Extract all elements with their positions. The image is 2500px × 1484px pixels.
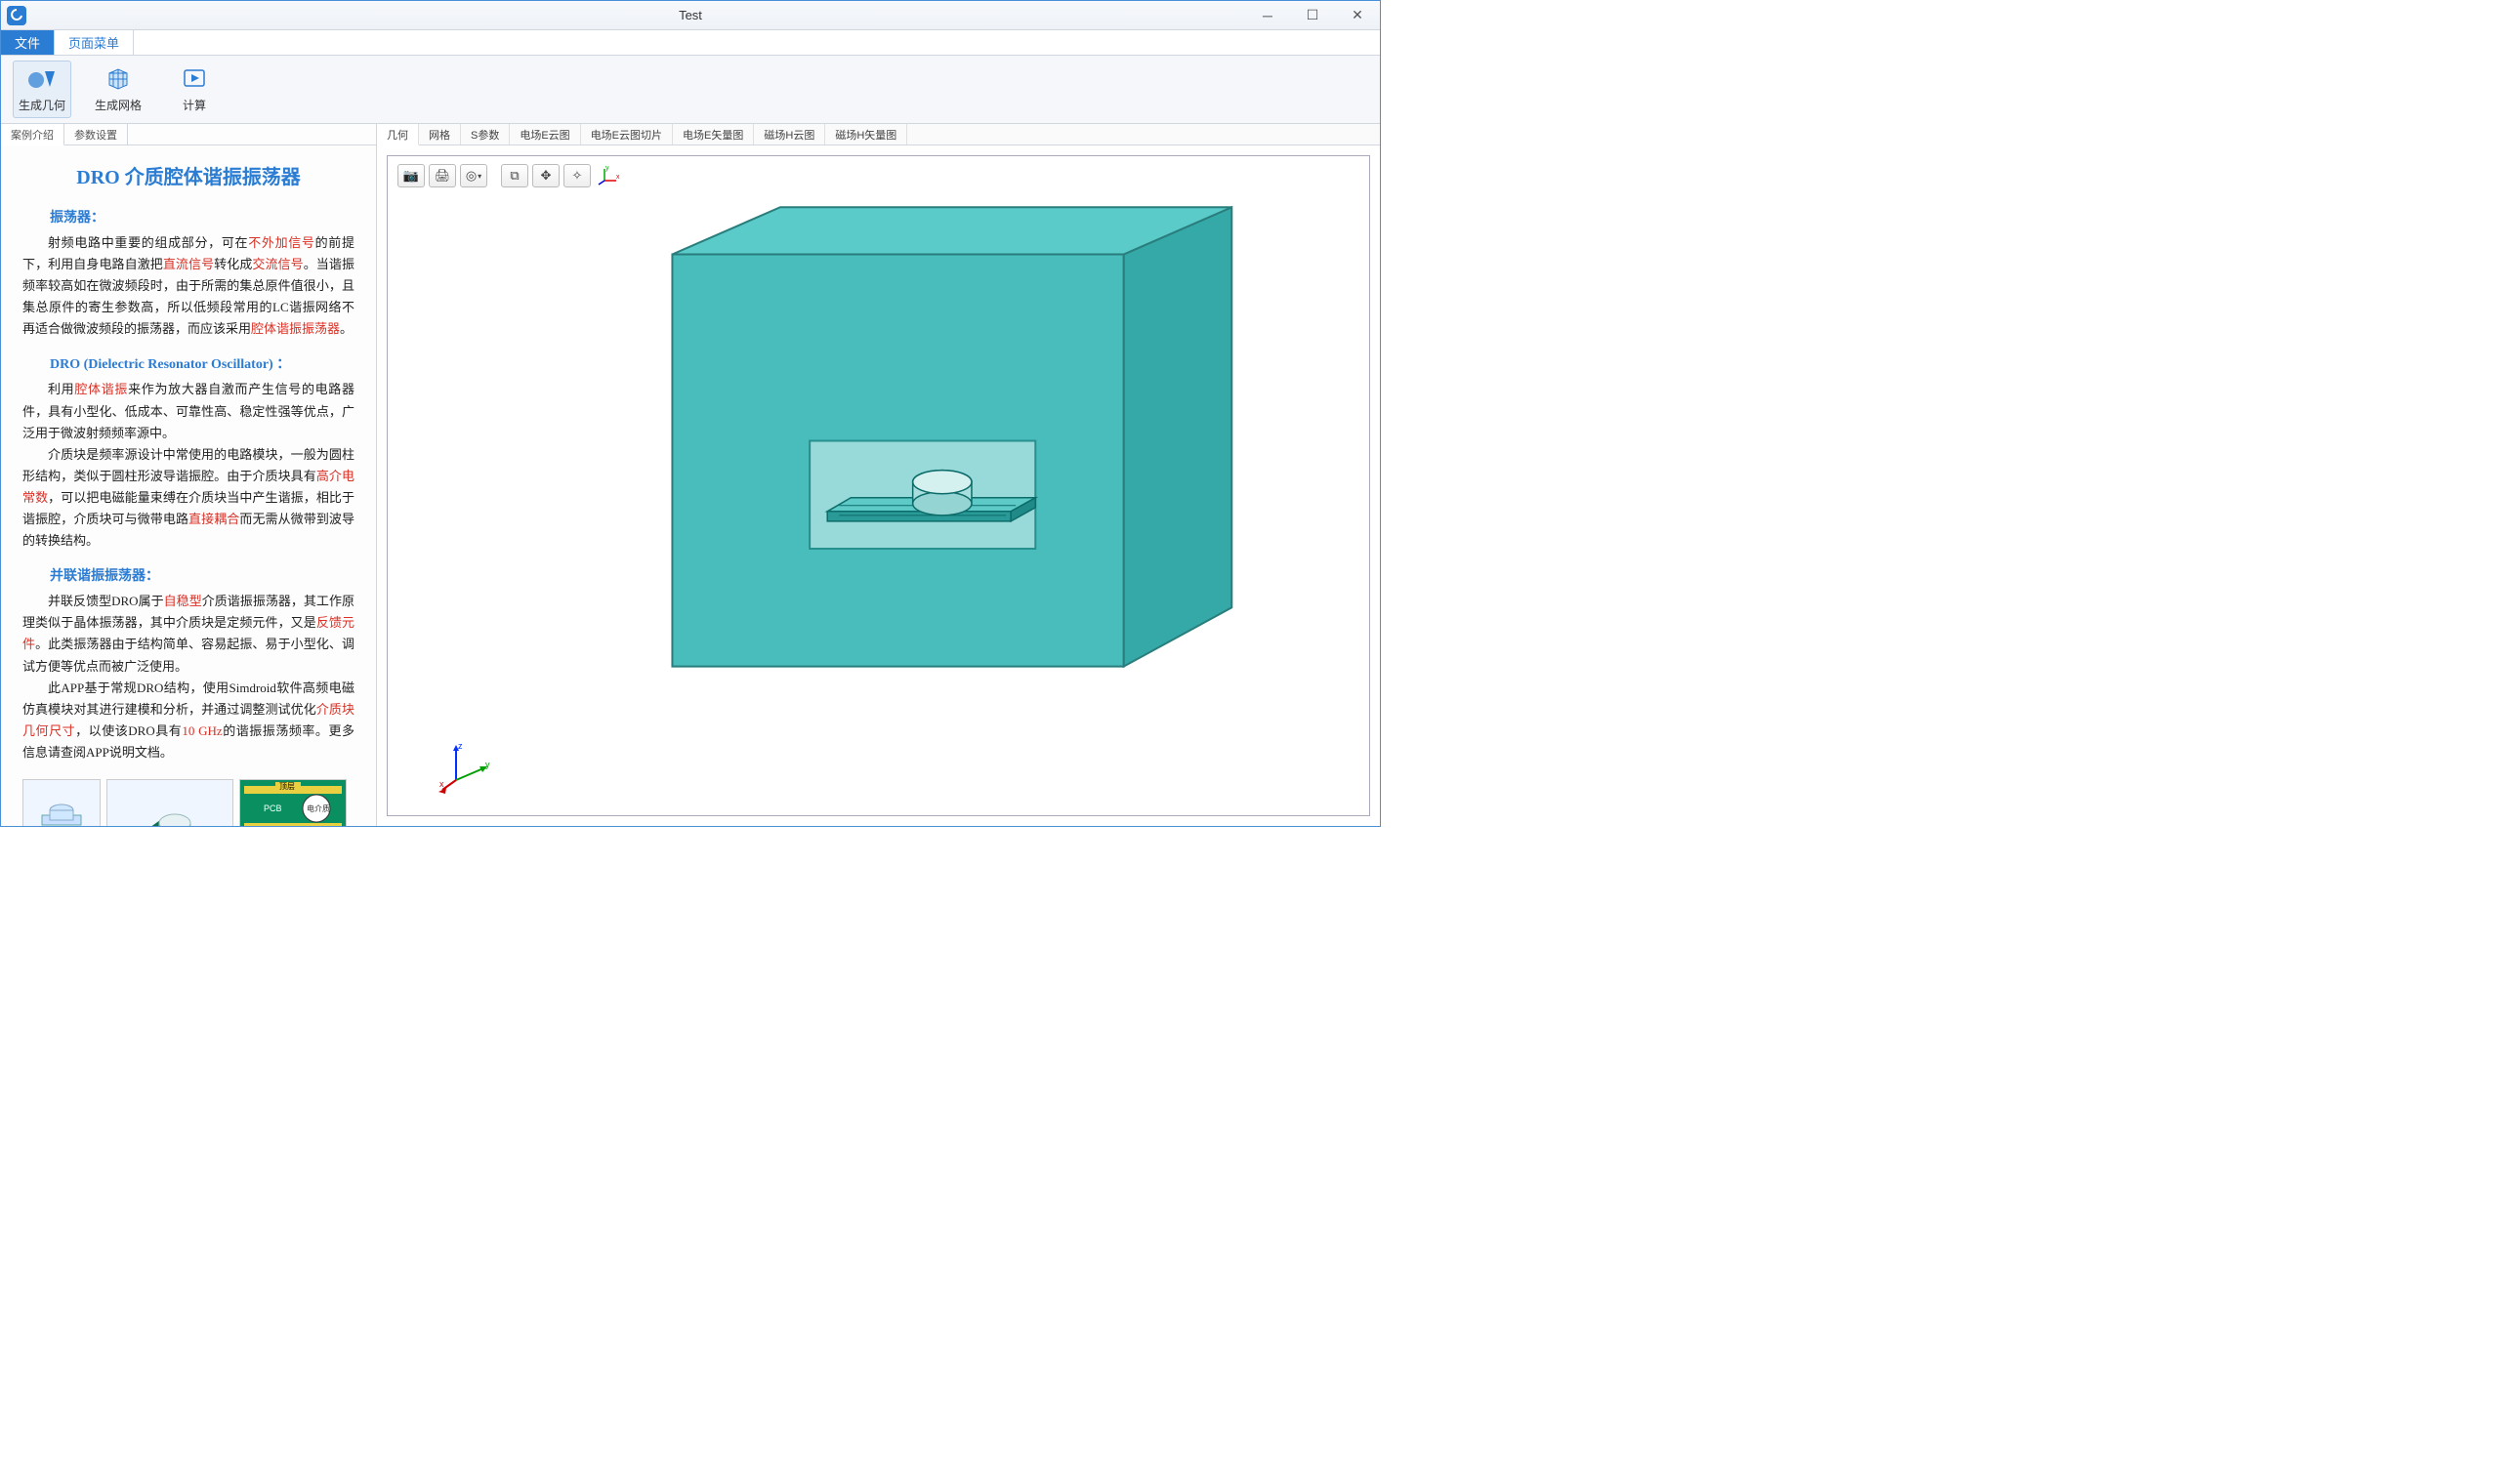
heading-oscillator: 振荡器：: [22, 207, 354, 227]
app-icon: [7, 6, 26, 25]
menu-file[interactable]: 文件: [1, 30, 55, 55]
viewport-3d[interactable]: 📷 🖨 ◎▾ ⧉ ✥ ✧ xy: [387, 155, 1370, 816]
heading-parallel: 并联谐振振荡器：: [22, 565, 354, 585]
ribbon: 生成几何 生成网格 计算: [1, 56, 1380, 124]
para-5: 此APP基于常规DRO结构，使用Simdroid软件高频电磁仿真模块对其进行建模…: [22, 678, 354, 763]
doc-area: DRO 介质腔体谐振振荡器 振荡器： 射频电路中重要的组成部分，可在不外加信号的…: [1, 145, 376, 826]
doc-image-pcb: PCB 电介质 顶层: [239, 779, 347, 826]
ribbon-compute[interactable]: 计算: [165, 61, 224, 118]
view-tab-hfield-cloud[interactable]: 磁场H云图: [754, 124, 825, 144]
view-tab-efield-cloud[interactable]: 电场E云图: [510, 124, 580, 144]
menu-tabs: 文件 页面菜单: [1, 30, 1380, 56]
heading-dro: DRO (Dielectric Resonator Oscillator) ：: [22, 353, 354, 373]
geometry-icon: [26, 65, 58, 93]
doc-image-port: 馈电端口: [22, 779, 101, 826]
tab-param-settings[interactable]: 参数设置: [64, 124, 128, 144]
mesh-icon: [103, 65, 134, 93]
svg-text:PCB: PCB: [264, 804, 282, 813]
maximize-button[interactable]: ☐: [1290, 1, 1335, 30]
svg-text:电介质: 电介质: [307, 804, 330, 813]
svg-text:y: y: [485, 760, 490, 769]
view-tab-efield-slice[interactable]: 电场E云图切片: [581, 124, 673, 144]
doc-image-3d: [106, 779, 233, 826]
svg-text:顶层: 顶层: [279, 782, 295, 791]
view-tab-geometry[interactable]: 几何: [377, 124, 419, 145]
ribbon-generate-geometry[interactable]: 生成几何: [13, 61, 71, 118]
svg-text:z: z: [458, 741, 463, 751]
tab-case-intro[interactable]: 案例介绍: [1, 124, 64, 145]
scene-3d: [388, 156, 1369, 823]
minimize-button[interactable]: ─: [1245, 1, 1290, 30]
para-3: 介质块是频率源设计中常使用的电路模块，一般为圆柱形结构，类似于圆柱形波导谐振腔。…: [22, 444, 354, 552]
menu-page[interactable]: 页面菜单: [55, 30, 134, 55]
axis-gizmo: z y x: [437, 741, 495, 798]
compute-icon: [179, 65, 210, 93]
para-4: 并联反馈型DRO属于自稳型介质谐振振荡器，其工作原理类似于晶体振荡器，其中介质块…: [22, 591, 354, 677]
right-panel: 几何 网格 S参数 电场E云图 电场E云图切片 电场E矢量图 磁场H云图 磁场H…: [377, 124, 1380, 826]
left-panel: 案例介绍 参数设置 DRO 介质腔体谐振振荡器 振荡器： 射频电路中重要的组成部…: [1, 124, 377, 826]
close-button[interactable]: ✕: [1335, 1, 1380, 30]
para-1: 射频电路中重要的组成部分，可在不外加信号的前提下，利用自身电路自激把直流信号转化…: [22, 232, 354, 340]
svg-text:x: x: [439, 779, 444, 789]
para-2: 利用腔体谐振来作为放大器自激而产生信号的电路器件，具有小型化、低成本、可靠性高、…: [22, 379, 354, 443]
doc-title: DRO 介质腔体谐振振荡器: [22, 161, 354, 189]
titlebar: Test ─ ☐ ✕: [1, 1, 1380, 30]
view-tab-mesh[interactable]: 网格: [419, 124, 461, 144]
window-title: Test: [679, 8, 702, 22]
view-tab-hfield-vector[interactable]: 磁场H矢量图: [825, 124, 907, 144]
view-tab-sparam[interactable]: S参数: [461, 124, 510, 144]
ribbon-generate-mesh[interactable]: 生成网格: [89, 61, 147, 118]
doc-images: 馈电端口 PCB电介质顶层 基层: [22, 779, 354, 826]
view-tab-efield-vector[interactable]: 电场E矢量图: [673, 124, 754, 144]
